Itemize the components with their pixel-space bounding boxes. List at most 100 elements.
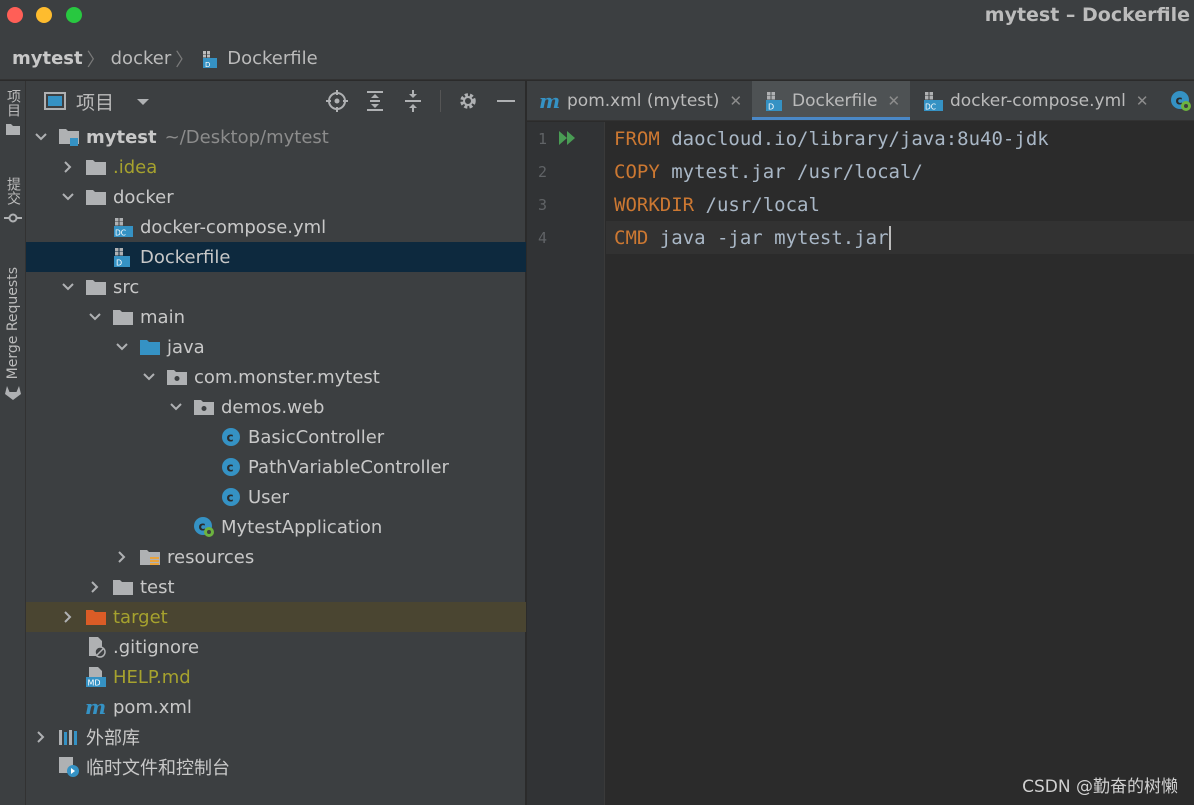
- chevron-down-icon[interactable]: [169, 400, 183, 414]
- tree-item-src[interactable]: src: [26, 272, 526, 302]
- locate-icon[interactable]: [326, 90, 348, 112]
- svg-text:D: D: [768, 102, 774, 111]
- chevron-down-icon[interactable]: [142, 370, 156, 384]
- tree-item-外部库[interactable]: 外部库: [26, 722, 526, 752]
- chevron-right-icon[interactable]: [88, 580, 102, 594]
- tool-tab-project[interactable]: 项目: [0, 89, 26, 140]
- chevron-right-icon[interactable]: [34, 730, 48, 744]
- breadcrumb-item-dockerfile[interactable]: Dockerfile: [227, 48, 317, 69]
- tree-item-java[interactable]: java: [26, 332, 526, 362]
- tool-tab-project-label: 项目: [5, 89, 21, 117]
- close-icon[interactable]: ✕: [1136, 92, 1149, 110]
- tree-item-docker-compose-yml[interactable]: DC docker-compose.yml: [26, 212, 526, 242]
- toolbar-divider: [440, 90, 441, 112]
- code-keyword: CMD: [614, 226, 649, 249]
- tree-item-label: demos.web: [221, 396, 325, 418]
- code-line-current: CMD java -jar mytest.jar: [606, 221, 1194, 254]
- tool-tab-commit[interactable]: 提交: [0, 177, 26, 228]
- minimize-window-button[interactable]: [36, 7, 52, 23]
- editor-tab-dockerfile[interactable]: D Dockerfile ✕: [752, 81, 911, 120]
- code-line: WORKDIR /usr/local: [606, 188, 1194, 221]
- tool-tab-commit-label: 提交: [5, 177, 21, 205]
- tree-item-label: MytestApplication: [221, 516, 383, 538]
- tree-item-mytest[interactable]: mytest ~/Desktop/mytest: [26, 122, 526, 152]
- tree-item-label: HELP.md: [113, 666, 191, 688]
- chevron-right-icon[interactable]: [115, 550, 129, 564]
- collapse-all-icon[interactable]: [402, 90, 424, 112]
- breadcrumb: mytest 〉 docker 〉 D Dockerfile: [0, 38, 1194, 80]
- tree-item-dockerfile[interactable]: D Dockerfile: [26, 242, 526, 272]
- svg-text:c: c: [227, 431, 234, 445]
- close-window-button[interactable]: [7, 7, 23, 23]
- excluded-folder-icon: [85, 607, 107, 627]
- resources-folder-icon: [139, 547, 161, 567]
- svg-text:D: D: [116, 259, 122, 268]
- spring-boot-class-icon: c: [1170, 90, 1192, 111]
- svg-text:DC: DC: [115, 229, 126, 238]
- editor-tabs: m pom.xml (mytest) ✕ D Dockerfile ✕ DC docker-c…: [527, 81, 1194, 121]
- project-panel-title[interactable]: 项目: [76, 88, 114, 115]
- svg-text:D: D: [205, 61, 210, 69]
- tree-item-resources[interactable]: resources: [26, 542, 526, 572]
- editor-tab-pom-xml-mytest[interactable]: m pom.xml (mytest) ✕: [527, 81, 752, 120]
- breadcrumb-item-docker[interactable]: docker: [111, 48, 172, 69]
- project-panel: 项目 mytest ~/Desktop/mytest .idea docker DC do…: [26, 81, 526, 805]
- expand-all-icon[interactable]: [364, 90, 386, 112]
- tree-item-idea[interactable]: .idea: [26, 152, 526, 182]
- docker-compose-file-icon: DC: [112, 217, 134, 238]
- chevron-down-icon[interactable]: [88, 310, 102, 324]
- tree-item-com-monster-mytest[interactable]: com.monster.mytest: [26, 362, 526, 392]
- tree-item-pom-xml[interactable]: m pom.xml: [26, 692, 526, 722]
- folder-icon: [85, 277, 107, 297]
- svg-text:m: m: [85, 698, 106, 716]
- tree-item-gitignore[interactable]: .gitignore: [26, 632, 526, 662]
- hide-panel-icon[interactable]: [495, 90, 517, 112]
- chevron-down-icon[interactable]: [61, 280, 75, 294]
- tree-item-help-md[interactable]: MD HELP.md: [26, 662, 526, 692]
- tree-item-target[interactable]: target: [26, 602, 526, 632]
- zoom-window-button[interactable]: [66, 7, 82, 23]
- tree-item-label: resources: [167, 546, 255, 568]
- tree-item-pathvariablecontroller[interactable]: c PathVariableController: [26, 452, 526, 482]
- chevron-right-icon[interactable]: [61, 610, 75, 624]
- chevron-down-icon[interactable]: [34, 130, 48, 144]
- maven-icon: m: [539, 91, 561, 111]
- tree-item-临时文件和控制台[interactable]: 临时文件和控制台: [26, 752, 526, 782]
- tree-item-mytestapplication[interactable]: c MytestApplication: [26, 512, 526, 542]
- commit-icon: [4, 209, 22, 228]
- code-text: daocloud.io/library/java:8u40-jdk: [659, 127, 1049, 150]
- tree-item-main[interactable]: main: [26, 302, 526, 332]
- chevron-down-icon[interactable]: [136, 90, 150, 112]
- dockerfile-icon: D: [112, 247, 134, 268]
- folder-icon: [85, 157, 107, 177]
- tree-item-label: User: [248, 486, 290, 508]
- tree-item-label: docker: [113, 186, 174, 208]
- code-line: FROM daocloud.io/library/java:8u40-jdk: [606, 122, 1194, 155]
- svg-text:c: c: [227, 491, 234, 505]
- svg-text:c: c: [227, 461, 234, 475]
- tree-item-user[interactable]: c User: [26, 482, 526, 512]
- tree-item-docker[interactable]: docker: [26, 182, 526, 212]
- chevron-right-icon[interactable]: [61, 160, 75, 174]
- code-area[interactable]: FROM daocloud.io/library/java:8u40-jdk C…: [606, 122, 1194, 805]
- tool-tab-merge-requests[interactable]: Merge Requests: [0, 267, 26, 405]
- breadcrumb-item-project[interactable]: mytest: [12, 48, 83, 69]
- svg-text:MD: MD: [88, 679, 101, 688]
- close-icon[interactable]: ✕: [729, 92, 742, 110]
- line-number: 4: [537, 229, 547, 247]
- editor-tab-m[interactable]: cM: [1158, 81, 1194, 120]
- breadcrumb-separator: 〉: [175, 49, 194, 71]
- chevron-down-icon[interactable]: [61, 190, 75, 204]
- tree-item-demos-web[interactable]: demos.web: [26, 392, 526, 422]
- tree-item-label: PathVariableController: [248, 456, 449, 478]
- run-icon[interactable]: [557, 129, 579, 151]
- module-icon: [58, 127, 80, 147]
- chevron-down-icon[interactable]: [115, 340, 129, 354]
- package-icon: [166, 367, 188, 387]
- tree-item-basiccontroller[interactable]: c BasicController: [26, 422, 526, 452]
- tree-item-test[interactable]: test: [26, 572, 526, 602]
- line-number: 1: [537, 130, 547, 148]
- close-icon[interactable]: ✕: [887, 92, 900, 110]
- editor-tab-docker-compose-yml[interactable]: DC docker-compose.yml ✕: [910, 81, 1158, 120]
- gear-icon[interactable]: [457, 90, 479, 112]
